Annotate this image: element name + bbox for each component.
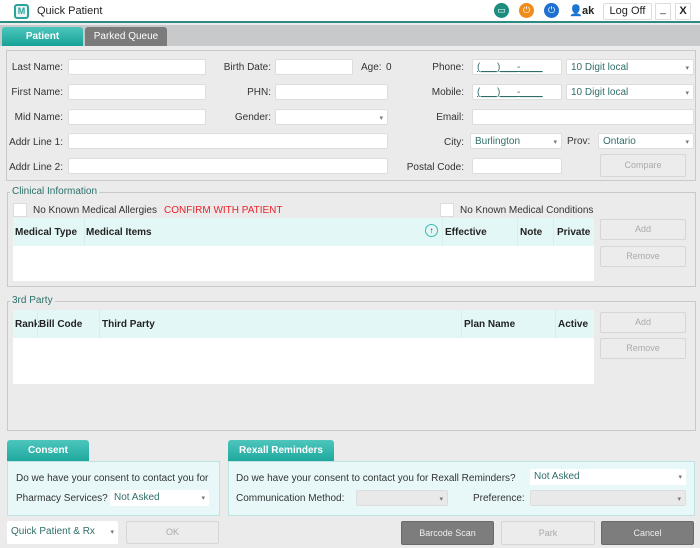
email-input[interactable] [472,109,694,125]
no-conditions-checkbox[interactable] [440,203,454,217]
prov-select[interactable]: Ontario [598,133,694,149]
pharmacy-consent-select[interactable]: Not Asked [110,490,209,506]
column-divider [517,218,518,246]
cancel-button[interactable]: Cancel [601,521,694,545]
preference-select[interactable] [530,490,686,506]
third-party-add-button[interactable]: Add [600,312,686,333]
birth-date-label: Birth Date: [223,62,271,73]
communication-method-label: Communication Method: [236,493,345,504]
mode-select[interactable]: Quick Patient & Rx [7,521,118,544]
mobile-label: Mobile: [431,87,464,98]
birth-date-input[interactable] [275,59,353,75]
city-select[interactable]: Burlington [470,133,562,149]
no-conditions-label: No Known Medical Conditions [460,205,594,216]
city-label: City: [444,137,464,148]
first-name-label: First Name: [11,87,63,98]
tab-parked-queue[interactable]: Parked Queue [85,27,167,46]
gender-select[interactable] [275,109,388,125]
column-divider [84,218,85,246]
first-name-input[interactable] [68,84,206,100]
reminders-question: Do we have your consent to contact you f… [236,473,516,484]
column-divider [99,310,100,338]
close-button[interactable]: X [675,3,691,20]
phone-input[interactable]: (___)___-____ [472,59,562,75]
monitor-icon[interactable]: ▭ [494,3,509,18]
col-medical-type[interactable]: Medical Type [15,227,77,238]
ok-button[interactable]: OK [126,521,219,544]
no-allergies-label: No Known Medical Allergies [33,205,157,216]
preference-label: Preference: [473,493,525,504]
consent-tab[interactable]: Consent [7,440,89,461]
col-bill-code[interactable]: Bill Code [39,319,82,330]
third-party-table-header: Rank Bill Code Third Party Plan Name Act… [13,310,594,338]
power-orange-icon[interactable]: ⏻ [519,3,534,18]
age-value: 0 [386,62,392,73]
barcode-scan-button[interactable]: Barcode Scan [401,521,494,545]
addr2-input[interactable] [68,158,388,174]
phone-type-select[interactable]: 10 Digit local [566,59,694,75]
clinical-add-button[interactable]: Add [600,219,686,240]
mid-name-label: Mid Name: [14,112,63,123]
col-third-party[interactable]: Third Party [102,319,155,330]
third-party-remove-button[interactable]: Remove [600,338,686,359]
addr1-input[interactable] [68,133,388,149]
tab-patient[interactable]: Patient [2,27,83,46]
reminders-consent-select[interactable]: Not Asked [530,469,686,485]
consent-panel [7,461,220,516]
mobile-input[interactable]: (___)___-____ [472,84,562,100]
addr2-label: Addr Line 2: [9,162,63,173]
pharmacy-services-label: Pharmacy Services? [16,493,108,504]
clinical-legend: Clinical Information [10,186,100,197]
postal-code-label: Postal Code: [406,162,464,173]
confirm-warning: CONFIRM WITH PATIENT [164,205,283,216]
consent-question: Do we have your consent to contact you f… [16,473,209,484]
third-party-table: Rank Bill Code Third Party Plan Name Act… [13,310,594,384]
col-note[interactable]: Note [520,227,542,238]
window-title: Quick Patient [37,5,103,17]
sort-up-icon[interactable]: ↑ [425,224,438,237]
column-divider [555,310,556,338]
col-medical-items[interactable]: Medical Items [86,227,152,238]
user-icon: 👤 [569,5,583,17]
title-bar: M Quick Patient ▭ ⏻ ⏻ 👤 ak Log Off _ X [0,0,700,23]
col-active[interactable]: Active [558,319,588,330]
app-logo-icon: M [14,4,29,19]
username: ak [582,5,595,17]
column-divider [553,218,554,246]
phone-label: Phone: [432,62,464,73]
minimize-button[interactable]: _ [655,3,671,20]
column-divider [37,310,38,338]
col-private[interactable]: Private [557,227,590,238]
third-party-legend: 3rd Party [10,295,55,306]
compare-button[interactable]: Compare [600,154,686,177]
power-blue-icon[interactable]: ⏻ [544,3,559,18]
communication-method-select[interactable] [356,490,448,506]
logoff-button[interactable]: Log Off [603,3,652,20]
rexall-reminders-tab[interactable]: Rexall Reminders [228,440,334,461]
phn-label: PHN: [247,87,271,98]
park-button[interactable]: Park [501,521,595,545]
column-divider [442,218,443,246]
last-name-input[interactable] [68,59,206,75]
medical-table-header: Medical Type Medical Items ↑ Effective N… [13,218,594,246]
last-name-label: Last Name: [11,62,63,73]
age-label: Age: [361,62,382,73]
mobile-type-select[interactable]: 10 Digit local [566,84,694,100]
postal-code-input[interactable] [472,158,562,174]
addr1-label: Addr Line 1: [9,137,63,148]
col-effective[interactable]: Effective [445,227,487,238]
column-divider [461,310,462,338]
clinical-remove-button[interactable]: Remove [600,246,686,267]
mid-name-input[interactable] [68,109,206,125]
prov-label: Prov: [567,136,591,147]
email-label: Email: [436,112,464,123]
gender-label: Gender: [234,112,271,123]
col-rank[interactable]: Rank [15,319,39,330]
medical-table: Medical Type Medical Items ↑ Effective N… [13,218,594,281]
tab-strip: Patient Parked Queue [0,25,700,46]
no-allergies-checkbox[interactable] [13,203,27,217]
phn-input[interactable] [275,84,388,100]
col-plan-name[interactable]: Plan Name [464,319,515,330]
